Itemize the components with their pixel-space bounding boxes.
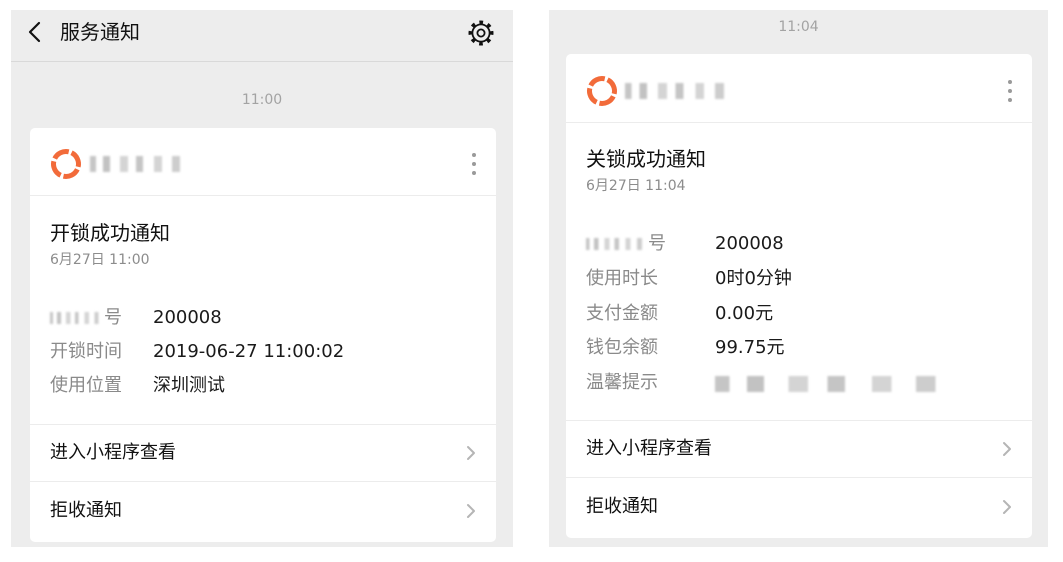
chevron-right-icon <box>467 504 475 518</box>
nav-header: 服务通知 <box>11 10 513 62</box>
open-mini-program-row[interactable]: 进入小程序查看 <box>566 421 1032 477</box>
field-label: 使用位置 <box>50 375 122 396</box>
field-value: 深圳测试 <box>153 375 225 396</box>
gear-icon <box>468 20 494 46</box>
back-button[interactable] <box>25 20 45 44</box>
message-time: 11:00 <box>241 92 283 108</box>
field-value: 2019-06-27 11:00:02 <box>153 341 345 362</box>
brand-logo-icon <box>51 149 81 179</box>
field-label: 号 <box>586 229 666 259</box>
chevron-right-icon <box>467 446 475 460</box>
redacted-label-text <box>586 238 648 250</box>
field-label: 号 <box>50 303 122 333</box>
field-value: 0.00元 <box>715 303 774 324</box>
field-value: 0时0分钟 <box>715 268 792 289</box>
field-label: 钱包余额 <box>586 337 658 358</box>
open-mini-program-row[interactable]: 进入小程序查看 <box>30 425 496 481</box>
field-value: 200008 <box>153 307 222 328</box>
field-value: 200008 <box>715 233 784 254</box>
settings-button[interactable] <box>467 19 495 47</box>
left-notification-screen: 服务通知 11:00 开锁成功通知 6月27日 11:00 号 200008 开… <box>11 10 513 547</box>
action-label: 进入小程序查看 <box>586 438 712 459</box>
field-value: 99.75元 <box>715 337 785 358</box>
action-label: 拒收通知 <box>50 500 122 521</box>
notification-title: 关锁成功通知 <box>586 147 706 171</box>
more-options-button[interactable] <box>468 151 480 177</box>
more-dots-icon <box>1008 80 1012 102</box>
action-label: 进入小程序查看 <box>50 442 176 463</box>
notification-card: 关锁成功通知 6月27日 11:04 号 200008 使用时长 0时0分钟 支… <box>566 54 1032 538</box>
field-label-text: 号 <box>104 307 122 328</box>
reject-notification-row[interactable]: 拒收通知 <box>30 482 496 540</box>
notification-title: 开锁成功通知 <box>50 221 170 245</box>
brand-logo-icon <box>587 76 617 106</box>
field-label: 支付金额 <box>586 303 658 324</box>
more-options-button[interactable] <box>1004 78 1016 104</box>
notification-date: 6月27日 11:04 <box>586 178 686 194</box>
redacted-account-name <box>625 83 735 99</box>
field-label: 开锁时间 <box>50 341 122 362</box>
message-time: 11:04 <box>778 19 819 35</box>
chevron-left-icon <box>28 21 41 43</box>
redacted-account-name <box>90 156 190 172</box>
right-notification-screen: 11:04 关锁成功通知 6月27日 11:04 号 200008 使用时长 0… <box>549 10 1048 547</box>
redacted-tip-text <box>715 376 960 392</box>
divider <box>30 195 496 196</box>
chevron-right-icon <box>1003 442 1011 456</box>
chevron-right-icon <box>1003 500 1011 514</box>
divider <box>566 122 1032 123</box>
notification-card: 开锁成功通知 6月27日 11:00 号 200008 开锁时间 2019-06… <box>30 128 496 542</box>
field-label: 使用时长 <box>586 268 658 289</box>
redacted-label-text <box>50 312 104 324</box>
reject-notification-row[interactable]: 拒收通知 <box>566 478 1032 536</box>
notification-date: 6月27日 11:00 <box>50 252 150 268</box>
more-dots-icon <box>472 153 476 175</box>
page-title: 服务通知 <box>60 20 140 44</box>
field-label-text: 号 <box>648 233 666 254</box>
field-label: 温馨提示 <box>586 372 658 393</box>
action-label: 拒收通知 <box>586 496 658 517</box>
